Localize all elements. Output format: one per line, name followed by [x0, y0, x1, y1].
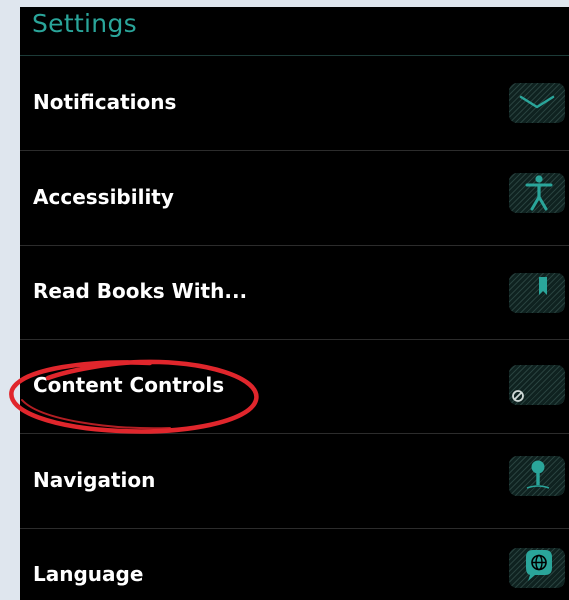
map-pin-icon: [509, 456, 565, 496]
settings-item-language[interactable]: Language: [20, 528, 569, 600]
settings-item-label: Language: [33, 562, 144, 586]
settings-item-content-controls[interactable]: Content Controls: [20, 339, 569, 434]
settings-item-notifications[interactable]: Notifications: [20, 56, 569, 151]
settings-item-label: Content Controls: [33, 373, 225, 397]
settings-item-label: Navigation: [33, 468, 156, 492]
settings-item-label: Notifications: [33, 90, 177, 114]
block-icon: [509, 365, 565, 405]
chevron-down-icon: [509, 83, 565, 123]
settings-panel: Settings Notifications Accessibility Rea…: [20, 7, 569, 600]
bookmark-icon: [509, 273, 565, 313]
settings-item-label: Accessibility: [33, 185, 174, 209]
settings-item-accessibility[interactable]: Accessibility: [20, 151, 569, 246]
globe-icon: [509, 548, 565, 588]
accessibility-icon: [509, 173, 565, 213]
settings-item-navigation[interactable]: Navigation: [20, 434, 569, 529]
settings-item-read-books-with[interactable]: Read Books With...: [20, 245, 569, 340]
settings-item-label: Read Books With...: [33, 279, 248, 303]
settings-header: Settings: [20, 7, 569, 56]
page-title: Settings: [32, 9, 137, 38]
